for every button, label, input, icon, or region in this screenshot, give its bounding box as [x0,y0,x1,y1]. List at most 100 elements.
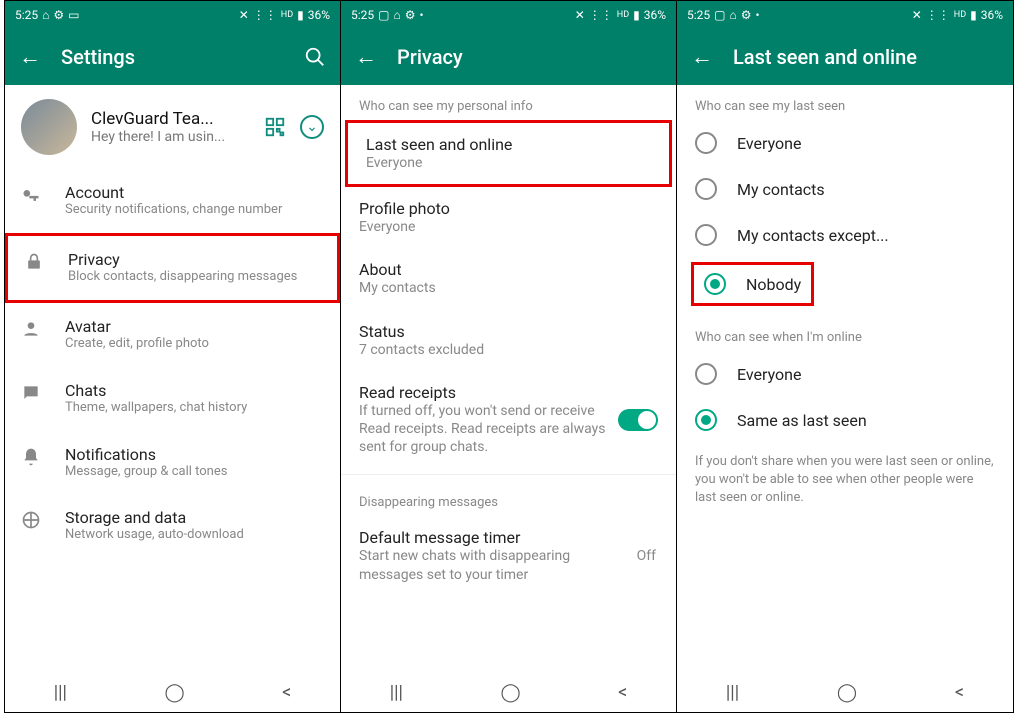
item-title: Last seen and online [366,135,651,154]
radio-option-my-contacts-except[interactable]: My contacts except... [677,212,1013,258]
privacy-item-status[interactable]: Status 7 contacts excluded [341,310,676,371]
back-icon[interactable]: ← [19,44,41,70]
mute-icon: ✕ [239,8,249,22]
item-sub: Everyone [366,154,651,172]
section-label: Disappearing messages [341,481,676,516]
home-button[interactable]: ◯ [500,682,520,703]
privacy-item-default-timer[interactable]: Default message timer Start new chats wi… [341,516,676,595]
dot-icon: • [420,8,424,22]
radio-option-everyone[interactable]: Everyone [677,120,1013,166]
chevron-down-icon[interactable]: ⌄ [300,115,324,139]
privacy-screen: 5:25 ▢ ⌂ ⚙ • ✕ ⋮⋮ HD ▮ 36% ← Privacy Who… [341,1,677,712]
status-bar: 5:25 ▢ ⌂ ⚙ • ✕ ⋮⋮ HD ▮ 36% [341,1,676,29]
radio-label: My contacts [737,180,825,199]
header: ← Settings [5,29,340,85]
setting-item-title: Account [65,183,324,202]
battery-text: 36% [308,8,330,22]
hd-icon: HD [617,10,629,20]
section-label: Who can see my last seen [677,85,1013,120]
read-receipts-toggle[interactable] [618,409,658,431]
status-bar: 5:25 ⌂ ⚙ ▭ ✕ ⋮⋮ HD ▮ 36% [5,1,340,29]
status-time: 5:25 [15,8,38,22]
item-sub: Everyone [359,218,658,236]
bell-icon [21,445,43,467]
item-title: Read receipts [359,383,612,402]
home-button[interactable]: ◯ [164,682,184,703]
search-icon[interactable] [304,46,326,68]
status-bar: 5:25 ▢ ⌂ ⚙ • ✕ ⋮⋮ HD ▮ 36% [677,1,1013,29]
status-time: 5:25 [687,8,710,22]
setting-item-sub: Security notifications, change number [65,202,324,219]
back-icon[interactable]: ← [691,44,713,70]
back-icon[interactable]: ← [355,44,377,70]
home-button[interactable]: ◯ [837,682,857,703]
item-title: Profile photo [359,199,658,218]
divider [341,474,676,475]
setting-item-sub: Block contacts, disappearing messages [68,269,321,286]
setting-item-title: Avatar [65,317,324,336]
lock-icon [24,250,46,272]
laptop-icon: ⌂ [42,8,49,22]
item-value: Off [637,548,658,564]
radio-icon [704,273,726,295]
nav-bar: ||| ◯ < [677,672,1013,712]
setting-item-sub: Network usage, auto-download [65,527,324,544]
item-title: About [359,260,658,279]
privacy-item-profile-photo[interactable]: Profile photo Everyone [341,187,676,248]
item-title: Status [359,322,658,341]
setting-item-title: Chats [65,381,324,400]
key-icon [21,183,43,205]
recents-button[interactable]: ||| [726,682,739,703]
radio-icon [695,224,717,246]
privacy-item-about[interactable]: About My contacts [341,248,676,309]
setting-item-sub: Message, group & call tones [65,464,324,481]
radio-label: Same as last seen [737,411,867,430]
page-title: Settings [61,45,284,69]
section-label: Who can see my personal info [341,85,676,120]
hint-text: If you don't share when you were last se… [677,443,1013,518]
battery-text: 36% [981,8,1003,22]
profile-name: ClevGuard Tea... [91,109,250,129]
back-button[interactable]: < [282,682,291,703]
settings-item-privacy[interactable]: Privacy Block contacts, disappearing mes… [5,233,340,303]
page-title: Privacy [397,45,662,69]
privacy-item-last-seen[interactable]: Last seen and online Everyone [345,120,672,187]
gear-icon: ⚙ [741,8,752,22]
wifi-icon: ⋮⋮ [253,8,277,22]
dot-icon: • [756,8,760,22]
profile-row[interactable]: ClevGuard Tea... Hey there! I am usin...… [5,85,340,169]
avatar [21,99,77,155]
avatar-icon [21,317,43,339]
radio-icon [695,132,717,154]
setting-item-title: Notifications [65,445,324,464]
privacy-item-read-receipts[interactable]: Read receipts If turned off, you won't s… [341,371,676,469]
data-icon [21,508,43,530]
radio-icon [695,409,717,431]
radio-label: Everyone [737,134,801,153]
radio-option-same-as-last-seen[interactable]: Same as last seen [677,397,1013,443]
radio-label: Everyone [737,365,801,384]
settings-item-account[interactable]: Account Security notifications, change n… [5,169,340,233]
item-sub: 7 contacts excluded [359,341,658,359]
radio-option-my-contacts[interactable]: My contacts [677,166,1013,212]
recents-button[interactable]: ||| [54,682,67,703]
radio-option-online-everyone[interactable]: Everyone [677,351,1013,397]
header: ← Privacy [341,29,676,85]
settings-screen: 5:25 ⌂ ⚙ ▭ ✕ ⋮⋮ HD ▮ 36% ← Settings [5,1,341,712]
settings-item-storage[interactable]: Storage and data Network usage, auto-dow… [5,494,340,558]
back-button[interactable]: < [955,682,964,703]
item-sub: My contacts [359,279,658,297]
settings-item-chats[interactable]: Chats Theme, wallpapers, chat history [5,367,340,431]
back-button[interactable]: < [618,682,627,703]
settings-item-avatar[interactable]: Avatar Create, edit, profile photo [5,303,340,367]
image-icon: ▢ [714,8,725,22]
qr-icon[interactable] [264,116,286,138]
radio-icon [695,178,717,200]
setting-item-title: Privacy [68,250,321,269]
radio-option-nobody[interactable]: Nobody [691,262,814,306]
settings-item-notifications[interactable]: Notifications Message, group & call tone… [5,431,340,495]
radio-label: My contacts except... [737,226,889,245]
recents-button[interactable]: ||| [390,682,403,703]
image-icon: ▢ [378,8,389,22]
last-seen-screen: 5:25 ▢ ⌂ ⚙ • ✕ ⋮⋮ HD ▮ 36% ← Last seen a… [677,1,1013,712]
